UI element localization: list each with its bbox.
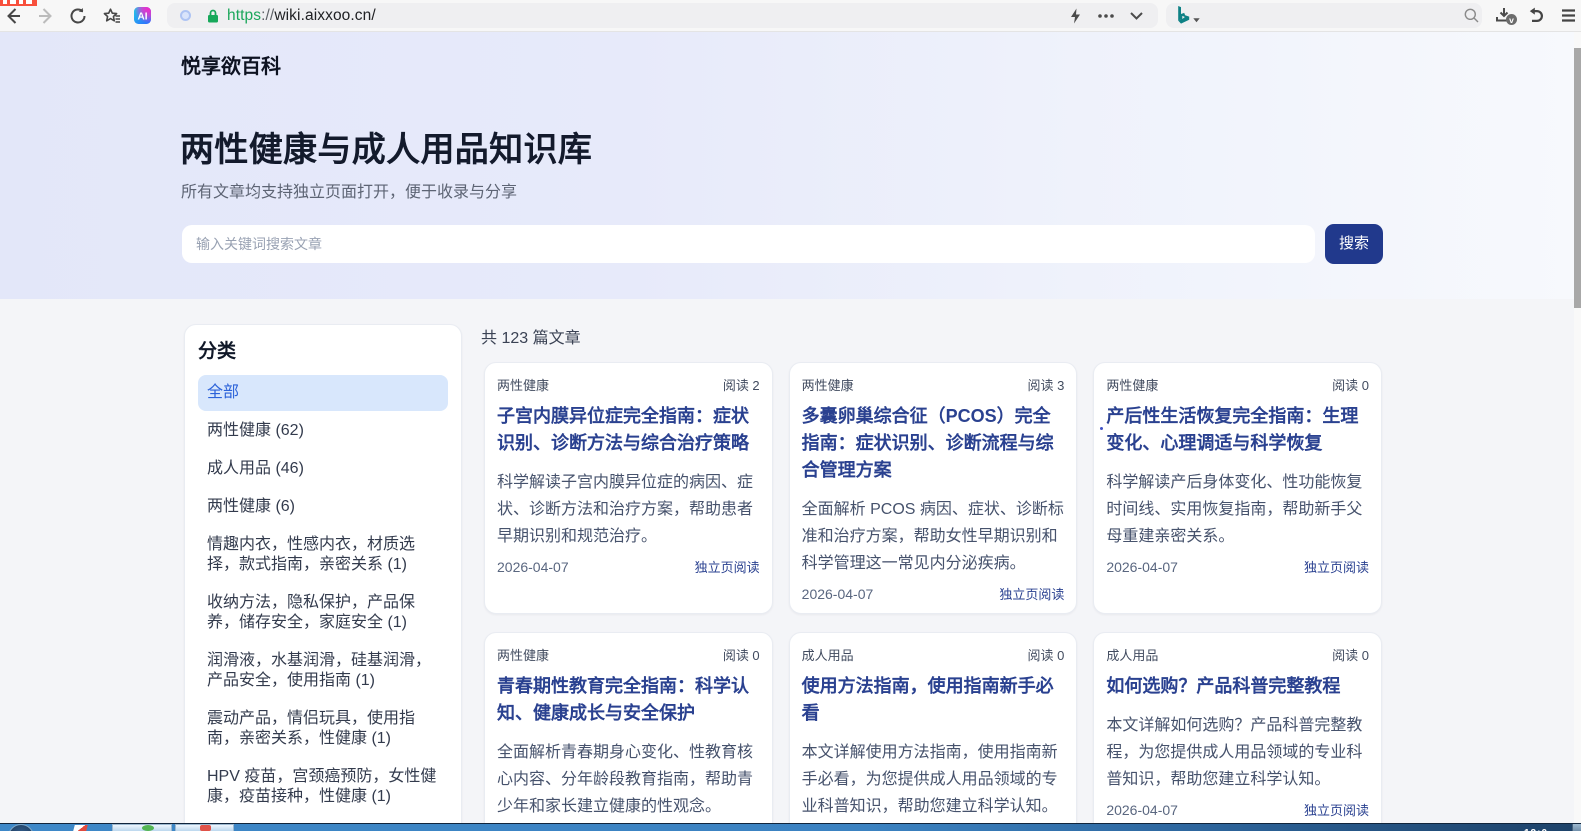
svg-text:v: v [1509, 15, 1514, 25]
svg-text:AI: AI [138, 12, 148, 23]
